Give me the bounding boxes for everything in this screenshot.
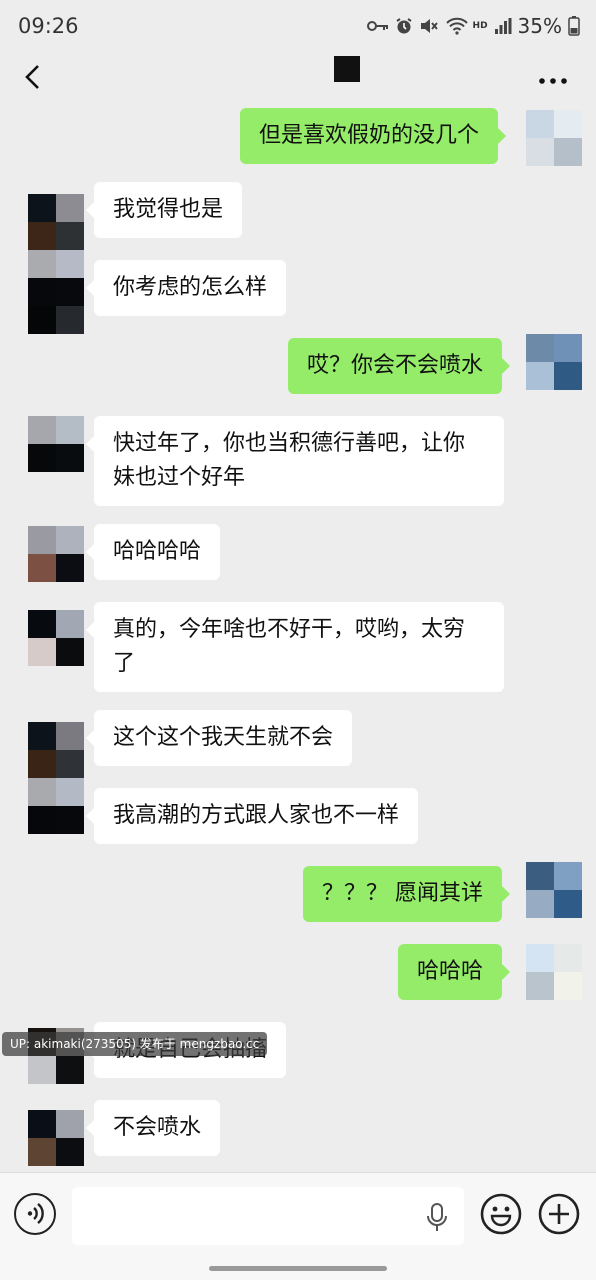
hd-label: HD xyxy=(472,21,488,31)
upload-watermark: UP: akimaki(273505) 发布于 mengzbao.cc xyxy=(2,1032,268,1056)
contact-avatar[interactable] xyxy=(28,194,84,250)
mute-icon xyxy=(419,17,439,35)
input-bar xyxy=(0,1172,596,1280)
message-bubble-incoming[interactable]: 不会喷水 xyxy=(85,1100,221,1156)
message-bubble-outgoing[interactable]: 哎？你会不会喷水 xyxy=(287,338,511,394)
message-bubble-incoming[interactable]: 哈哈哈哈 xyxy=(85,524,221,580)
message-bubble-outgoing[interactable]: 但是喜欢假奶的没几个 xyxy=(239,108,507,164)
my-avatar[interactable] xyxy=(526,944,582,1000)
plus-icon[interactable] xyxy=(538,1193,580,1235)
signal-icon xyxy=(494,17,512,35)
battery-icon xyxy=(568,16,580,36)
voice-icon[interactable] xyxy=(14,1193,56,1235)
message-bubble-outgoing[interactable]: 哈哈哈 xyxy=(397,944,511,1000)
contact-avatar[interactable] xyxy=(28,722,84,778)
my-avatar[interactable] xyxy=(526,334,582,390)
message-list[interactable]: 但是喜欢假奶的没几个 我觉得也是 你考虑的怎么样 哎？你会不会喷水 快过年了，你… xyxy=(0,104,596,1172)
more-icon[interactable] xyxy=(538,70,568,84)
chevron-left-icon[interactable] xyxy=(22,64,48,90)
contact-avatar[interactable] xyxy=(28,416,84,472)
message-bubble-incoming[interactable]: 我觉得也是 xyxy=(85,182,243,238)
chat-title-redacted xyxy=(334,56,360,82)
message-bubble-incoming[interactable]: 我高潮的方式跟人家也不一样 xyxy=(85,788,419,844)
message-bubble-outgoing[interactable]: ？？？ 愿闻其详 xyxy=(303,866,510,922)
my-avatar[interactable] xyxy=(526,110,582,166)
status-bar: 09:26 HD 35% xyxy=(0,0,596,54)
message-input[interactable] xyxy=(72,1187,464,1245)
contact-avatar[interactable] xyxy=(28,778,84,834)
key-icon xyxy=(366,19,389,33)
alarm-icon xyxy=(395,17,413,35)
microphone-icon[interactable] xyxy=(426,1203,448,1233)
contact-avatar[interactable] xyxy=(28,1110,84,1166)
home-indicator[interactable] xyxy=(209,1266,387,1271)
message-bubble-incoming[interactable]: 这个这个我天生就不会 xyxy=(85,710,353,766)
status-icons: HD 35% xyxy=(366,14,580,38)
contact-avatar xyxy=(28,278,84,334)
message-bubble-incoming[interactable]: 真的，今年啥也不好干，哎哟，太穷了 xyxy=(86,602,504,692)
chat-header xyxy=(0,54,596,104)
emoji-icon[interactable] xyxy=(480,1193,522,1235)
message-bubble-incoming[interactable]: 你考虑的怎么样 xyxy=(85,260,287,316)
contact-avatar[interactable] xyxy=(28,610,84,666)
message-bubble-incoming[interactable]: 快过年了，你也当积德行善吧，让你妹也过个好年 xyxy=(86,416,504,506)
status-time: 09:26 xyxy=(18,14,79,38)
wifi-icon xyxy=(445,17,469,35)
my-avatar[interactable] xyxy=(526,862,582,918)
contact-avatar[interactable] xyxy=(28,526,84,582)
chat-screen: 09:26 HD 35% 但是喜欢假奶的没几个 我觉得也是 你考虑的怎么样 哎？… xyxy=(0,0,596,1280)
battery-percent: 35% xyxy=(517,14,562,38)
